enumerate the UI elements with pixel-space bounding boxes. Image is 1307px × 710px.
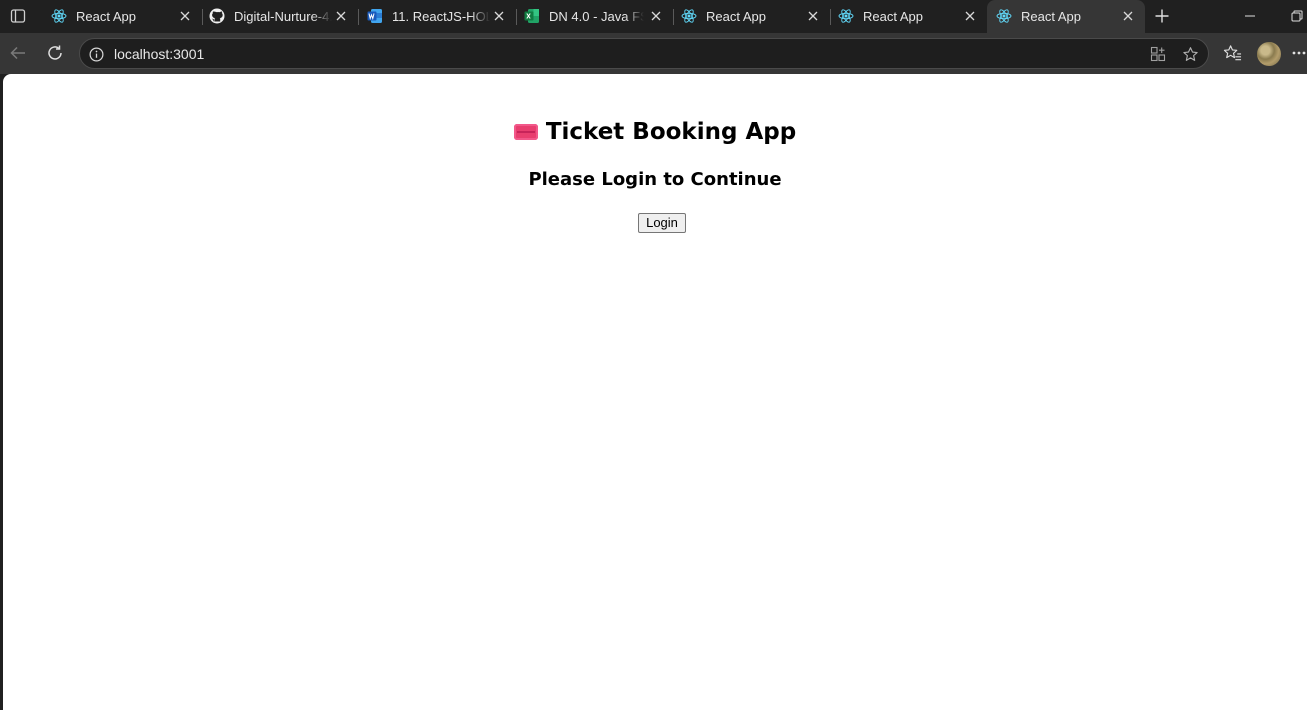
close-icon [808, 11, 818, 21]
page-viewport: Ticket Booking App Please Login to Conti… [3, 74, 1307, 710]
page-title-text: Ticket Booking App [545, 119, 797, 145]
address-url: localhost:3001 [114, 46, 205, 62]
login-button[interactable]: Login [638, 213, 686, 233]
login-prompt: Please Login to Continue [528, 169, 782, 190]
favorites-button[interactable] [1221, 42, 1243, 64]
tab-title: React App [706, 9, 766, 24]
minimize-button[interactable] [1239, 5, 1261, 27]
tab-title: Digital-Nurture-4.0 [234, 9, 332, 24]
close-icon [494, 11, 504, 21]
tab-actions-icon [10, 9, 26, 23]
close-icon [180, 11, 190, 21]
app-available-button[interactable] [1149, 45, 1167, 63]
close-icon [651, 11, 661, 21]
tab-react-app-2[interactable]: React App [672, 0, 830, 33]
tab-title: 11. ReactJS-HOL.docx [392, 9, 490, 24]
more-icon [1292, 51, 1305, 55]
tab-close-button[interactable] [805, 8, 821, 24]
react-icon [996, 9, 1012, 23]
tab-word-doc[interactable]: 11. ReactJS-HOL.docx [358, 0, 516, 33]
browser-toolbar: localhost:3001 [0, 33, 1307, 74]
tab-close-button[interactable] [491, 8, 507, 24]
tab-close-button[interactable] [1120, 8, 1136, 24]
tab-react-app-3[interactable]: React App [829, 0, 987, 33]
tab-title: React App [863, 9, 923, 24]
tab-excel-sheet[interactable]: DN 4.0 - Java FSE [515, 0, 673, 33]
github-icon [209, 8, 225, 24]
page-title: Ticket Booking App [3, 118, 1307, 146]
tab-github[interactable]: Digital-Nurture-4.0 [200, 0, 358, 33]
minimize-icon [1245, 15, 1255, 17]
profile-avatar[interactable] [1257, 42, 1281, 66]
tab-title: DN 4.0 - Java FSE [549, 9, 644, 24]
back-arrow-icon [10, 46, 25, 60]
react-icon [51, 9, 67, 23]
tab-close-button[interactable] [177, 8, 193, 24]
tab-title: React App [76, 9, 136, 24]
favorites-list-icon [1223, 44, 1241, 60]
close-icon [1123, 11, 1133, 21]
reload-button[interactable] [43, 41, 67, 65]
tab-react-app-1[interactable]: React App [42, 0, 202, 33]
ticket-icon [513, 124, 538, 140]
plus-icon [1155, 9, 1169, 23]
apps-icon [1150, 46, 1166, 62]
tab-close-button[interactable] [648, 8, 664, 24]
star-icon [1182, 46, 1198, 61]
info-icon [89, 47, 103, 61]
react-icon [681, 9, 697, 23]
back-button[interactable] [6, 41, 30, 65]
new-tab-button[interactable] [1151, 5, 1173, 27]
tab-actions-button[interactable] [6, 5, 30, 27]
address-bar[interactable]: localhost:3001 [79, 38, 1209, 69]
react-icon [838, 9, 854, 23]
close-icon [336, 11, 346, 21]
tab-react-app-active[interactable]: React App [987, 0, 1145, 33]
site-info-button[interactable] [88, 46, 104, 62]
tab-strip: React App Digital-Nurture-4.0 11. ReactJ… [0, 0, 1307, 33]
favorite-button[interactable] [1181, 45, 1199, 63]
tab-close-button[interactable] [333, 8, 349, 24]
reload-icon [48, 45, 62, 60]
restore-icon [1291, 10, 1303, 22]
tab-close-button[interactable] [962, 8, 978, 24]
more-menu-button[interactable] [1290, 42, 1307, 64]
word-icon [367, 9, 382, 23]
excel-icon [524, 9, 539, 23]
tab-title: React App [1021, 9, 1081, 24]
close-icon [965, 11, 975, 21]
restore-button[interactable] [1286, 5, 1307, 27]
